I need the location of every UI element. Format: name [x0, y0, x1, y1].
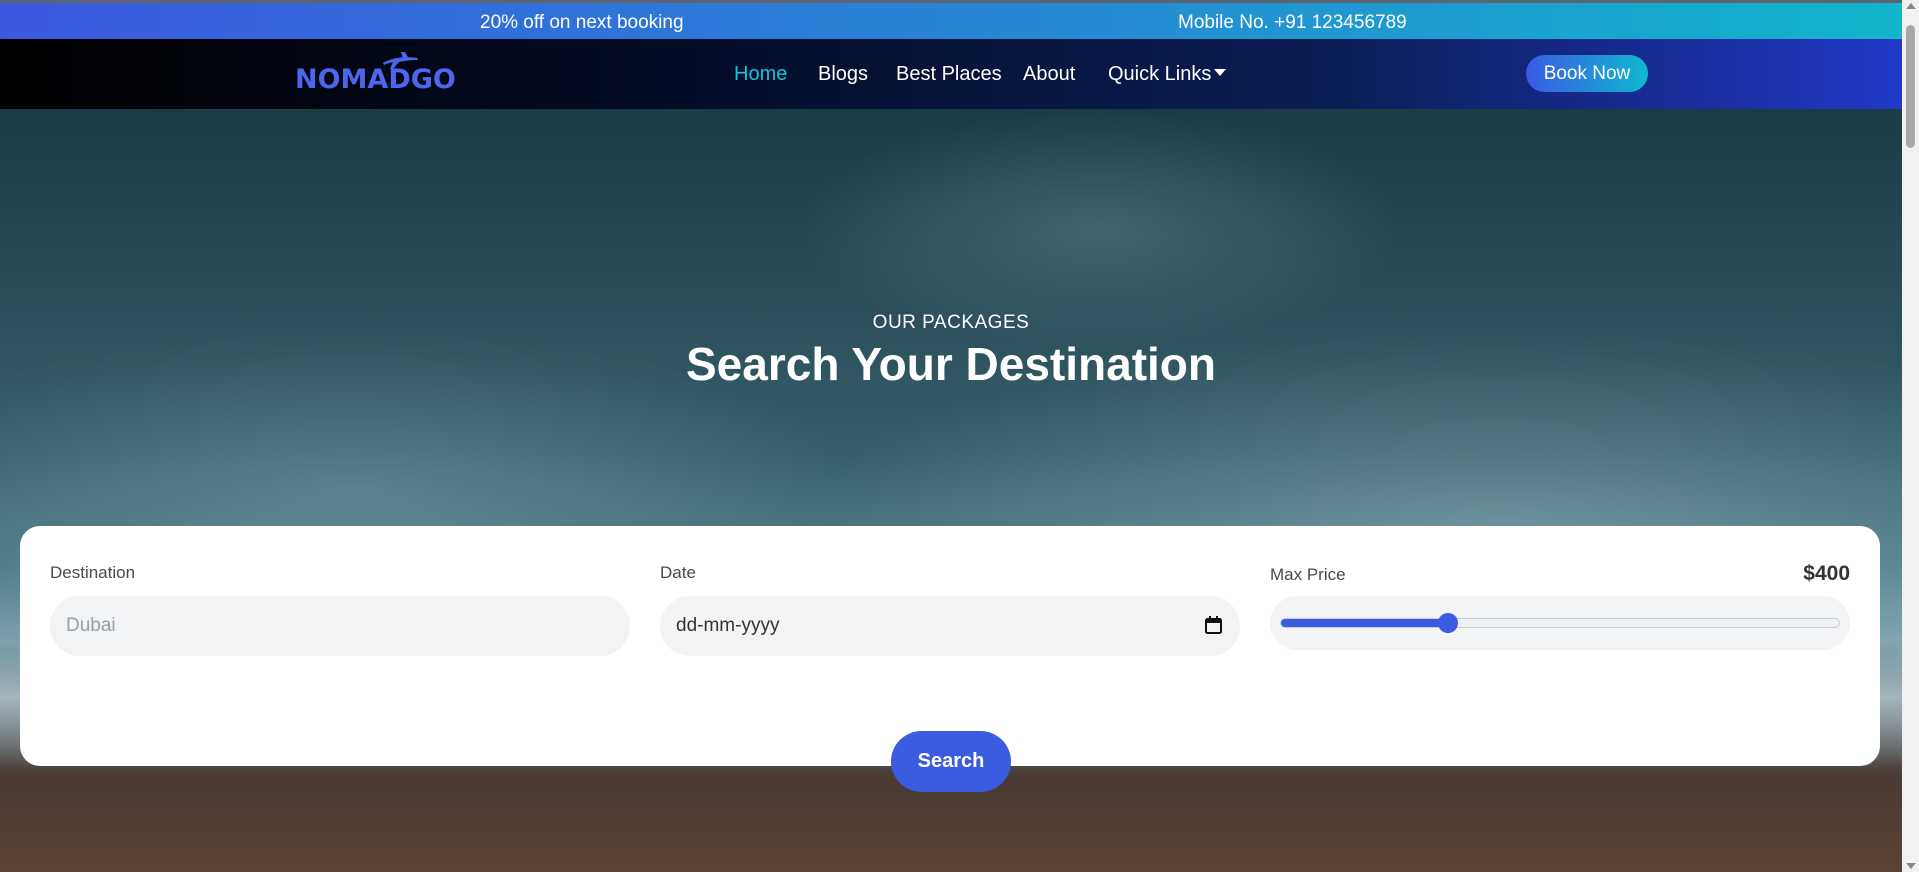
- phone-number: Mobile No. +91 123456789: [1178, 12, 1407, 33]
- book-now-button[interactable]: Book Now: [1526, 55, 1648, 92]
- max-price-label: Max Price: [1270, 565, 1346, 584]
- date-placeholder: dd-mm-yyyy: [676, 615, 780, 636]
- nav-link-home[interactable]: Home: [734, 63, 787, 86]
- search-button[interactable]: Search: [891, 731, 1011, 792]
- scrollbar[interactable]: [1902, 0, 1919, 872]
- max-price-value: $400: [1803, 562, 1850, 585]
- destination-label: Destination: [50, 563, 136, 582]
- slider-fill: [1281, 619, 1449, 627]
- nav-link-best-places[interactable]: Best Places: [896, 63, 1002, 86]
- nav-link-about[interactable]: About: [1023, 63, 1075, 86]
- navbar: NOMADGO Home Blogs Best Places About Qui…: [0, 39, 1902, 109]
- caret-down-icon: [1214, 69, 1227, 77]
- scroll-up-arrow-icon[interactable]: [1906, 3, 1916, 9]
- promo-text: 20% off on next booking: [480, 12, 684, 33]
- page-title: Search Your Destination: [686, 338, 1216, 390]
- quick-links-label: Quick Links: [1108, 63, 1212, 85]
- slider-track[interactable]: [1280, 618, 1840, 628]
- max-price-slider[interactable]: [1270, 596, 1850, 650]
- destination-input[interactable]: Dubai: [50, 596, 630, 656]
- scroll-down-arrow-icon[interactable]: [1906, 863, 1916, 869]
- promo-bar: 20% off on next booking Mobile No. +91 1…: [0, 0, 1902, 39]
- nav-link-blogs[interactable]: Blogs: [818, 63, 868, 86]
- date-input[interactable]: dd-mm-yyyy: [660, 596, 1240, 656]
- section-eyebrow: OUR PACKAGES: [872, 312, 1030, 333]
- search-card: Destination Date Max Price $400 Dubai dd…: [20, 526, 1880, 766]
- calendar-icon[interactable]: [1205, 616, 1222, 634]
- nav-link-quick-links[interactable]: Quick Links: [1108, 63, 1227, 86]
- date-label: Date: [660, 563, 696, 582]
- slider-thumb[interactable]: [1438, 613, 1458, 633]
- scrollbar-thumb[interactable]: [1906, 25, 1915, 148]
- hero-section: OUR PACKAGES Search Your Destination Des…: [0, 109, 1902, 872]
- page: 20% off on next booking Mobile No. +91 1…: [0, 0, 1902, 872]
